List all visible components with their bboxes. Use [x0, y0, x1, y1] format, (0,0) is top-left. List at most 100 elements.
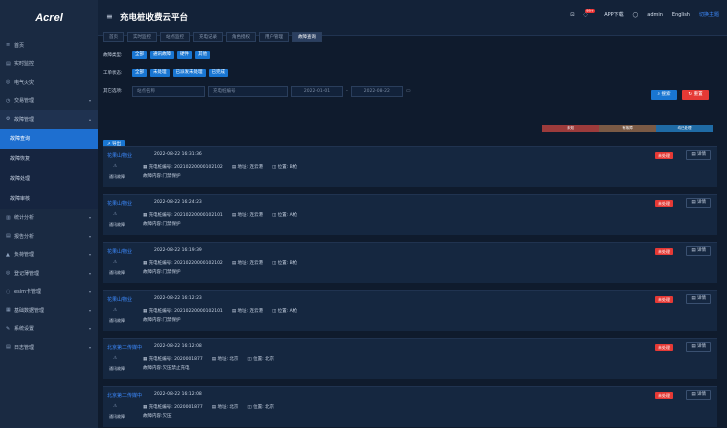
sidebar-item-icon: ▲ [6, 251, 10, 258]
detail-button[interactable]: ▤ 详情 [686, 294, 711, 304]
sidebar-item[interactable]: ⚙ 故障管理 ▴ [0, 110, 98, 129]
record-location[interactable]: 北京第二传媒中 [107, 392, 142, 399]
menu-toggle-icon[interactable]: ≡ [106, 12, 113, 21]
reset-button[interactable]: ↻ 重置 [682, 90, 709, 100]
username[interactable]: admin [647, 12, 663, 18]
address: ▤ 地址: 连云港 [231, 309, 263, 314]
sidebar-subitem[interactable]: 故障查询 [0, 128, 98, 149]
notification-badge: 99+ [584, 8, 596, 13]
sidebar-item-icon: ≡ [6, 42, 11, 49]
detail-button[interactable]: ▤ 详情 [686, 198, 711, 208]
chevron-icon: ▾ [88, 326, 91, 332]
tab[interactable]: 用户管理 [259, 32, 289, 42]
sidebar-item[interactable]: ◷ 交易管理 ▾ [0, 92, 98, 111]
type-chip[interactable]: 其他 [195, 51, 210, 59]
type-filter-label: 故障类型: [103, 53, 123, 58]
record-location[interactable]: 北京第二传媒中 [107, 344, 142, 351]
pile-number: ▦ 充电桩编号: 20210220000102102 [143, 165, 223, 170]
detail-button[interactable]: ▤ 详情 [686, 390, 711, 400]
nav-more: ▥ 统计分析 ▾ ▤ 报告分析 ▾ ▲ 负荷管理 ▾ ◎ 登记薄管理 ▾ ◌ esim卡管理 ▾ ▦ 基础数据管… [0, 209, 98, 357]
station-input[interactable]: 站点名称 [132, 85, 205, 97]
fault-desc: 故障内容:欠压 [143, 414, 172, 419]
status-chip[interactable]: 已完成 [208, 69, 228, 77]
date-from[interactable]: 2022-01-01 [291, 85, 343, 97]
sidebar-subitem[interactable]: 故障恢复 [0, 148, 98, 169]
pile-number: ▦ 充电桩编号: 2020001877 [143, 357, 203, 362]
position: ◫ 位置: 北京 [247, 405, 275, 410]
sidebar: Acrel ≡ 首页 ▤ 实时监控 ◎ 电气火灾 ◷ 交易管理 ▾ ⚙ 故障管理 ▴ 故障查询 故障恢复… [0, 0, 98, 428]
record-card: 北京第二传媒中 2022-08-22 16:12:08 ⚠ 通讯故障 ▦ 充电桩编号: … [103, 338, 717, 379]
record-location[interactable]: 花果山物业 [107, 248, 132, 255]
fullscreen-icon[interactable]: ⊡ [570, 12, 574, 18]
sidebar-item[interactable]: ✎ 系统设置 ▾ [0, 320, 98, 339]
sidebar-subitem[interactable]: 故障审核 [0, 188, 98, 209]
record-time: 2022-08-22 16:24:23 [154, 200, 202, 205]
date-to[interactable]: 2022-08-22 [350, 85, 403, 97]
sidebar-item-label: 交易管理 [14, 98, 35, 105]
record-time: 2022-08-22 16:19:39 [154, 248, 202, 253]
status-chip[interactable]: 已派发未处理 [172, 69, 206, 77]
tab[interactable]: 角色授权 [226, 32, 256, 42]
record-time: 2022-08-22 16:12:08 [154, 344, 202, 349]
sidebar-item-label: esim卡管理 [14, 289, 41, 296]
chevron-icon: ▾ [88, 252, 91, 258]
sidebar-item[interactable]: ▤ 实时监控 [0, 55, 98, 74]
sidebar-item-label: 故障管理 [14, 116, 35, 123]
type-chip[interactable]: 硬件 [177, 51, 192, 59]
tab[interactable]: 实时监控 [127, 32, 157, 42]
record-time: 2022-08-22 16:12:23 [154, 296, 202, 301]
sidebar-item[interactable]: ◎ 电气火灾 [0, 73, 98, 92]
sidebar-item[interactable]: ▤ 日志管理 ▾ [0, 338, 98, 357]
pile-input[interactable]: 充电桩编号 [208, 85, 288, 97]
theme-toggle[interactable]: 切换主题 [699, 11, 719, 18]
sidebar-item[interactable]: ◌ esim卡管理 ▾ [0, 283, 98, 302]
sidebar-item[interactable]: ▦ 基础数据管理 ▾ [0, 301, 98, 320]
detail-button[interactable]: ▤ 详情 [686, 150, 711, 160]
tab[interactable]: 故障查询 [292, 32, 322, 42]
detail-button[interactable]: ▤ 详情 [686, 342, 711, 352]
pile-number: ▦ 充电桩编号: 2020001877 [143, 405, 203, 410]
sidebar-item-label: 日志管理 [14, 344, 35, 351]
date-separator-icon: - [346, 88, 348, 94]
sidebar-item[interactable]: ▥ 统计分析 ▾ [0, 209, 98, 228]
position: ◫ 位置: B枪 [271, 165, 298, 170]
user-icon[interactable]: ◯ [633, 12, 639, 18]
sidebar-subitem[interactable]: 故障处理 [0, 168, 98, 189]
record-location[interactable]: 花果山物业 [107, 296, 132, 303]
status-chips: 全部 未处理 已派发未处理 已完成 [132, 69, 228, 77]
lang-english[interactable]: English [672, 12, 690, 18]
search-button[interactable]: ⌕ 搜索 [651, 90, 677, 100]
tab[interactable]: 首页 [103, 32, 124, 42]
position: ◫ 位置: A枪 [271, 213, 298, 218]
calendar-icon[interactable]: ▭ [406, 88, 411, 94]
record-location[interactable]: 花果山物业 [107, 152, 132, 159]
type-chip[interactable]: 通讯故障 [150, 51, 174, 59]
type-chip[interactable]: 全部 [132, 51, 147, 59]
legend: 未知 有故障 均已处理 [542, 125, 713, 132]
status-chip[interactable]: 全部 [132, 69, 147, 77]
chevron-icon: ▾ [88, 344, 91, 350]
app-download-link[interactable]: APP下载 [604, 11, 623, 18]
fault-desc: 故障内容:欠压禁止充电 [143, 366, 190, 371]
sidebar-item-label: 统计分析 [14, 215, 35, 222]
tab[interactable]: 充电记录 [193, 32, 223, 42]
sidebar-item-icon: ◌ [6, 288, 11, 295]
chevron-icon: ▾ [88, 307, 91, 313]
sidebar-item[interactable]: ≡ 首页 [0, 36, 98, 55]
fault-type-icon: ⚠ [113, 308, 118, 313]
record-info: ▦ 充电桩编号: 20210220000102101 ▤ 地址: 连云港 ◫ 位置:… [143, 212, 297, 218]
sidebar-item[interactable]: ▤ 报告分析 ▾ [0, 227, 98, 246]
record-card: 花果山物业 2022-08-22 16:24:23 ⚠ 通讯故障 ▦ 充电桩编号: 20… [103, 194, 717, 235]
tab[interactable]: 站点监控 [160, 32, 190, 42]
fault-desc: 故障内容:门禁保护 [143, 270, 181, 275]
record-location[interactable]: 花果山物业 [107, 200, 132, 207]
status-chip[interactable]: 未处理 [150, 69, 170, 77]
detail-button[interactable]: ▤ 详情 [686, 246, 711, 256]
notification-icon[interactable]: ◌99+ [583, 8, 596, 18]
page-title: 充电桩收费云平台 [120, 13, 189, 23]
position: ◫ 位置: A枪 [271, 309, 298, 314]
sidebar-item[interactable]: ▲ 负荷管理 ▾ [0, 246, 98, 265]
sidebar-item[interactable]: ◎ 登记薄管理 ▾ [0, 264, 98, 283]
record-info: ▦ 充电桩编号: 20210220000102102 ▤ 地址: 连云港 ◫ 位置:… [143, 260, 297, 266]
pile-number: ▦ 充电桩编号: 20210220000102102 [143, 261, 223, 266]
